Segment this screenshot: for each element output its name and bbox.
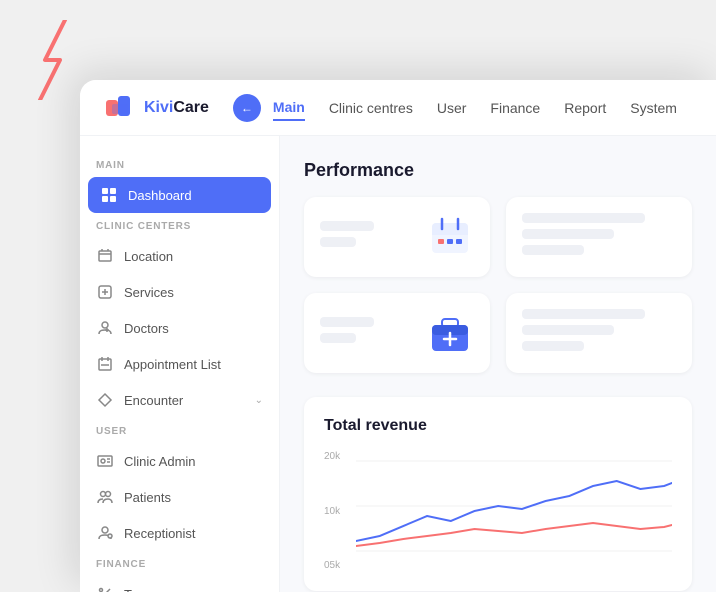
chart-label-10k: 10k <box>324 506 352 517</box>
skeleton-line <box>320 333 356 343</box>
grid-icon <box>100 186 118 204</box>
patients-icon <box>96 488 114 506</box>
perf-card-appointments-info <box>320 221 410 253</box>
perf-card-bottom-right-info <box>522 309 676 357</box>
chart-y-labels: 20k 10k 05k <box>324 451 352 571</box>
sidebar-item-appointment-list[interactable]: Appointment List <box>80 346 279 382</box>
nav-item-finance[interactable]: Finance <box>490 96 540 120</box>
sidebar-item-encounter-label: Encounter <box>124 393 183 408</box>
sidebar-section-clinic: CLINIC CENTERS <box>80 213 279 238</box>
skeleton-line <box>320 237 356 247</box>
sidebar-item-doctors-label: Doctors <box>124 321 169 336</box>
sidebar-item-patients[interactable]: Patients <box>80 479 279 515</box>
sidebar-section-user: USER <box>80 418 279 443</box>
sidebar-item-receptionist-label: Receptionist <box>124 526 196 541</box>
sidebar-item-receptionist[interactable]: Receptionist <box>80 515 279 551</box>
location-icon <box>96 247 114 265</box>
sidebar-item-appointment-list-label: Appointment List <box>124 357 221 372</box>
chart-svg-area <box>356 451 672 571</box>
perf-card-top-right <box>506 197 692 277</box>
nav-item-system[interactable]: System <box>630 96 677 120</box>
top-navbar: KiviCare ← Main Clinic centres User Fina… <box>80 80 716 136</box>
receptionist-icon <box>96 524 114 542</box>
skeleton-line <box>320 221 374 231</box>
perf-card-appointments <box>304 197 490 277</box>
skeleton-line <box>522 309 645 319</box>
nav-items: Main Clinic centres User Finance Report … <box>273 95 692 121</box>
sidebar-item-dashboard[interactable]: Dashboard <box>88 177 271 213</box>
logo-area: KiviCare <box>104 92 209 124</box>
tax-icon <box>96 585 114 592</box>
skeleton-line <box>522 213 645 223</box>
nav-item-report[interactable]: Report <box>564 96 606 120</box>
sidebar-item-tax-label: Tax <box>124 587 144 592</box>
nav-item-user[interactable]: User <box>437 96 467 120</box>
content-area: Performance <box>280 136 716 592</box>
sidebar-section-finance: FINANCE <box>80 551 279 576</box>
appointment-icon <box>96 355 114 373</box>
skeleton-line <box>522 341 584 351</box>
sidebar-item-clinic-admin[interactable]: Clinic Admin <box>80 443 279 479</box>
sidebar-item-location[interactable]: Location <box>80 238 279 274</box>
nav-item-main[interactable]: Main <box>273 95 305 121</box>
sidebar-item-clinic-admin-label: Clinic Admin <box>124 454 196 469</box>
perf-card-bottom-right <box>506 293 692 373</box>
sidebar-item-doctors[interactable]: Doctors <box>80 310 279 346</box>
doctors-icon <box>96 319 114 337</box>
logo-text: KiviCare <box>144 99 209 117</box>
nav-item-clinic-centres[interactable]: Clinic centres <box>329 96 413 120</box>
encounter-icon <box>96 391 114 409</box>
skeleton-line <box>522 325 614 335</box>
perf-card-medical <box>304 293 490 373</box>
medical-bag-icon <box>426 309 474 357</box>
skeleton-line <box>522 245 584 255</box>
skeleton-line <box>522 229 614 239</box>
chart-label-20k: 20k <box>324 451 352 462</box>
logo-icon <box>104 92 136 124</box>
performance-title: Performance <box>304 160 692 181</box>
sidebar-item-location-label: Location <box>124 249 173 264</box>
main-content: MAIN Dashboard CLINIC CENTERS <box>80 136 716 592</box>
sidebar-item-services[interactable]: Services <box>80 274 279 310</box>
calendar-icon <box>426 213 474 261</box>
sidebar-item-patients-label: Patients <box>124 490 171 505</box>
sidebar-item-tax[interactable]: Tax <box>80 576 279 592</box>
app-frame: KiviCare ← Main Clinic centres User Fina… <box>80 80 716 592</box>
nav-back-button[interactable]: ← <box>233 94 261 122</box>
perf-card-right-info <box>522 213 676 261</box>
sidebar-item-services-label: Services <box>124 285 174 300</box>
sidebar-item-dashboard-label: Dashboard <box>128 188 192 203</box>
performance-grid <box>304 197 692 373</box>
revenue-section: Total revenue 20k 10k 05k <box>304 397 692 591</box>
sidebar: MAIN Dashboard CLINIC CENTERS <box>80 136 280 592</box>
sidebar-section-main: MAIN <box>80 152 279 177</box>
sidebar-item-encounter[interactable]: Encounter ⌄ <box>80 382 279 418</box>
revenue-chart: 20k 10k 05k <box>324 451 672 571</box>
lightning-decoration <box>30 20 85 105</box>
chart-label-05k: 05k <box>324 560 352 571</box>
skeleton-line <box>320 317 374 327</box>
clinic-admin-icon <box>96 452 114 470</box>
chart-lines <box>356 451 672 571</box>
chevron-down-icon: ⌄ <box>255 395 263 406</box>
services-icon <box>96 283 114 301</box>
revenue-title: Total revenue <box>324 417 672 435</box>
perf-card-medical-info <box>320 317 410 349</box>
